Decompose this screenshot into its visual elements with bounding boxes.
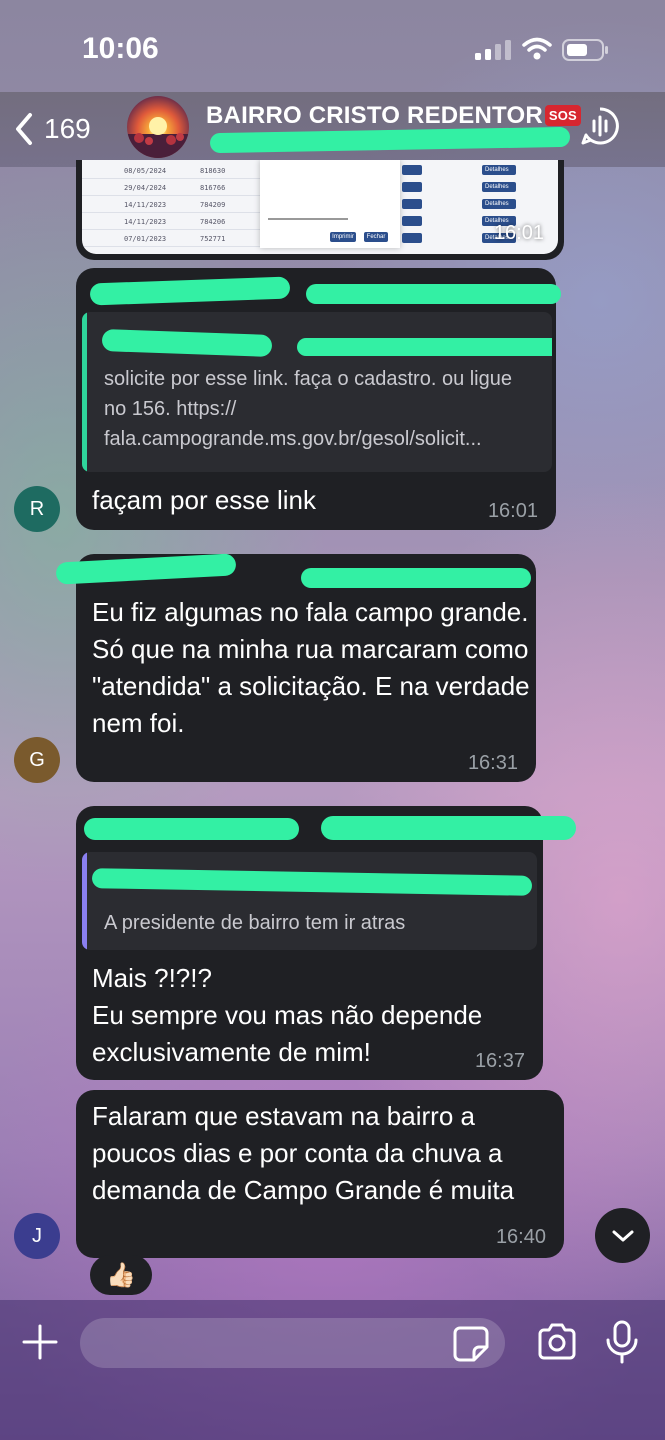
- microphone-icon[interactable]: [604, 1320, 640, 1364]
- reply-text: solicite por esse link. faça o cadastro.…: [104, 368, 512, 450]
- group-title[interactable]: BAIRRO CRISTO REDENTOR SOS: [206, 102, 581, 130]
- redaction-mark: [84, 818, 299, 840]
- wifi-icon: [522, 37, 552, 60]
- signal-icon: [475, 40, 511, 60]
- thumb-row: 14/11/2023 784209: [82, 196, 262, 213]
- message-time: 16:01: [487, 500, 538, 522]
- message-time: 16:01: [493, 222, 544, 244]
- thumb-dialog: Imprimir Fechar: [260, 160, 400, 248]
- message-time: 16:37: [474, 1050, 525, 1072]
- message-text: façam por esse link: [92, 485, 316, 515]
- sticker-icon[interactable]: [452, 1325, 490, 1363]
- reply-quote[interactable]: A presidente de bairro tem ir atras: [82, 852, 537, 950]
- chevron-down-icon: [612, 1230, 633, 1241]
- message-bubble[interactable]: A presidente de bairro tem ir atras Mais…: [76, 806, 576, 1080]
- reply-text: A presidente de bairro tem ir atras: [104, 912, 406, 934]
- redaction-mark: [301, 568, 531, 588]
- status-time: 10:06: [82, 32, 159, 65]
- redaction-mark: [101, 329, 273, 357]
- battery-icon: [562, 39, 608, 61]
- avatar[interactable]: G: [14, 737, 60, 783]
- group-title-text: BAIRRO CRISTO REDENTOR: [206, 102, 543, 129]
- redaction-mark: [306, 284, 561, 304]
- thumb-row: 29/04/2024 816766: [82, 179, 262, 196]
- reply-quote[interactable]: solicite por esse link. faça o cadastro.…: [82, 312, 552, 472]
- message-text: Mais ?!?!? Eu sempre vou mas não depende…: [92, 963, 483, 1067]
- back-button[interactable]: 169: [12, 109, 112, 149]
- image-message[interactable]: 08/05/2024 818630 29/04/2024 816766 14/11/…: [76, 160, 564, 260]
- message-text: Eu fiz algumas no fala campo grande. Só …: [92, 597, 530, 738]
- sos-badge: SOS: [544, 105, 581, 126]
- message-input[interactable]: [80, 1318, 505, 1368]
- redaction-mark: [321, 816, 576, 840]
- reply-bar: [82, 852, 87, 950]
- avatar[interactable]: J: [14, 1213, 60, 1259]
- message-time: 16:31: [467, 752, 518, 774]
- message-bubble[interactable]: solicite por esse link. faça o cadastro.…: [76, 268, 561, 530]
- thumb-row: 08/05/2024 818630: [82, 162, 262, 179]
- back-chevron-icon: [16, 113, 32, 145]
- message-bubble[interactable]: Falaram que estavam na bairro a poucos d…: [76, 1090, 564, 1258]
- redaction-mark: [91, 868, 533, 896]
- reply-bar: [82, 312, 87, 472]
- redaction-mark: [297, 338, 552, 356]
- thumb-row: 07/01/2023 752771: [82, 230, 262, 247]
- unread-count: 169: [44, 113, 91, 144]
- plus-icon[interactable]: [20, 1322, 60, 1362]
- voice-chat-icon[interactable]: [580, 106, 620, 146]
- message-text: Falaram que estavam na bairro a poucos d…: [92, 1101, 515, 1205]
- group-avatar[interactable]: [127, 96, 189, 158]
- message-bubble[interactable]: Eu fiz algumas no fala campo grande. Só …: [55, 553, 536, 782]
- avatar[interactable]: R: [14, 486, 60, 532]
- reaction-pill[interactable]: 👍🏻: [90, 1255, 152, 1295]
- thumbs-up-icon: 👍🏻: [106, 1261, 136, 1289]
- camera-icon[interactable]: [536, 1322, 578, 1362]
- thumb-row: 14/11/2023 784206: [82, 213, 262, 230]
- message-time: 16:40: [495, 1226, 546, 1248]
- redaction-mark: [89, 276, 291, 306]
- image-preview[interactable]: 08/05/2024 818630 29/04/2024 816766 14/11/…: [82, 160, 558, 254]
- scroll-down-button[interactable]: [595, 1208, 650, 1263]
- redaction-mark: [55, 553, 237, 585]
